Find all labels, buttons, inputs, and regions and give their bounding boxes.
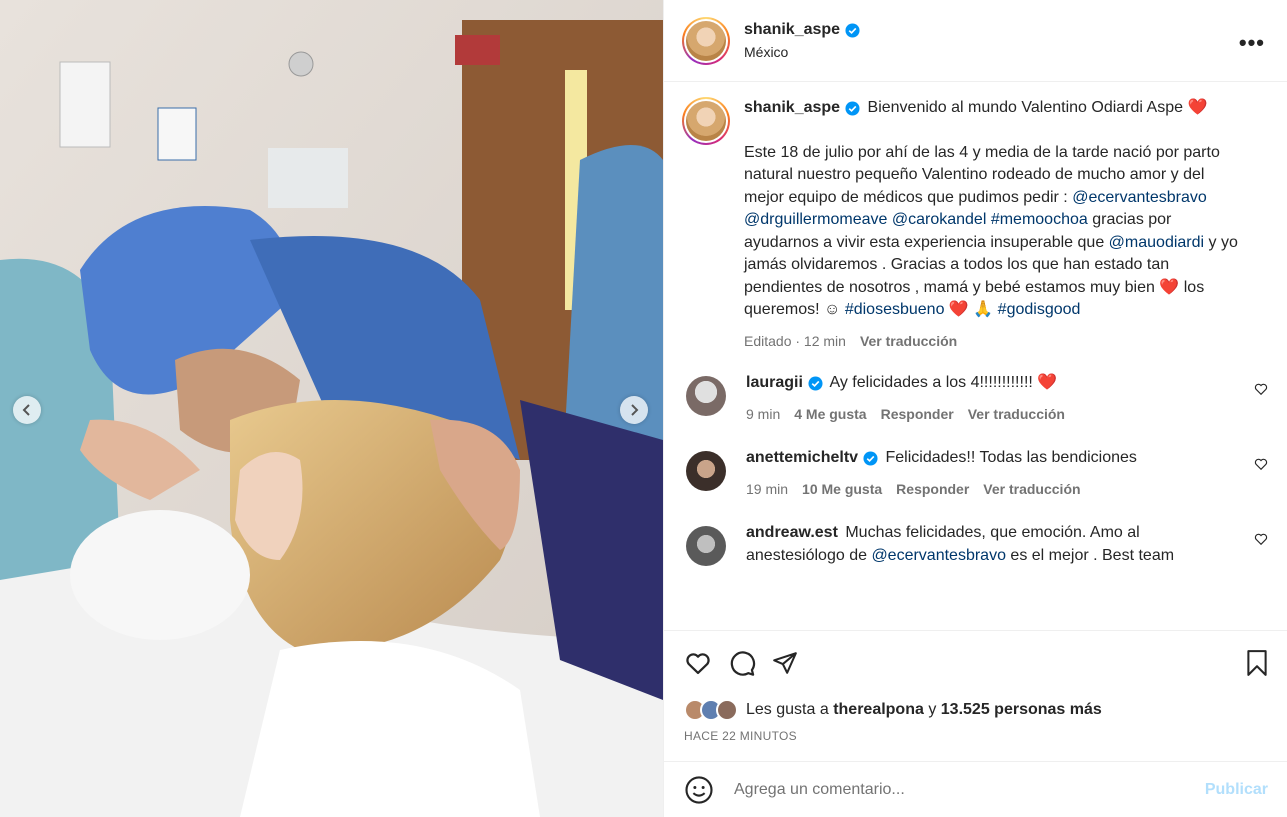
- comment-text: Ay felicidades a los 4!!!!!!!!!!!!: [829, 374, 1033, 391]
- author-avatar[interactable]: [682, 16, 730, 65]
- hashtag-link[interactable]: #godisgood: [998, 301, 1081, 318]
- emoji-icon[interactable]: [684, 775, 714, 805]
- mention-link[interactable]: @drguillermomeave: [744, 211, 887, 228]
- chevron-right-icon: [631, 404, 639, 416]
- caption-first-line: Bienvenido al mundo Valentino Odiardi As…: [867, 99, 1183, 116]
- caption-edited-time: Editado · 12 min: [744, 332, 846, 349]
- commenter-username[interactable]: andreaw.est: [746, 522, 838, 545]
- comment-time: 19 min: [746, 480, 789, 497]
- see-translation-button[interactable]: Ver traducción: [968, 403, 1065, 426]
- post-actions: Les gusta a therealpona y 13.525 persona…: [664, 630, 1287, 743]
- pray-emoji: 🙏: [973, 301, 994, 318]
- caption-username[interactable]: shanik_aspe: [744, 97, 840, 120]
- mention-link[interactable]: @ecervantesbravo: [1072, 189, 1207, 206]
- likes-conj: y: [928, 701, 937, 718]
- heart-emoji: ❤️: [1037, 374, 1058, 391]
- likes-summary[interactable]: Les gusta a therealpona y 13.525 persona…: [684, 699, 1270, 721]
- commenter-avatar[interactable]: [686, 451, 726, 491]
- verified-icon: [808, 376, 823, 391]
- see-translation-button[interactable]: Ver traducción: [860, 330, 957, 353]
- bookmark-icon[interactable]: [1244, 649, 1270, 677]
- post-photo: [0, 0, 663, 817]
- commenter-username[interactable]: anettemicheltv: [746, 447, 858, 470]
- chevron-left-icon: [22, 404, 30, 416]
- heart-emoji: ❤️: [948, 301, 969, 318]
- comment: andreaw.est Muchas felicidades, que emoc…: [682, 522, 1270, 567]
- carousel-dot: [329, 800, 335, 806]
- liker-username[interactable]: therealpona: [833, 701, 924, 719]
- commenter-username[interactable]: lauragii: [746, 372, 803, 395]
- mention-link[interactable]: @ecervantesbravo: [871, 547, 1006, 564]
- reply-button[interactable]: Responder: [881, 403, 954, 426]
- carousel-dot: [309, 800, 315, 806]
- hashtag-link[interactable]: #memoochoa: [991, 211, 1088, 228]
- mention-link[interactable]: @carokandel: [892, 211, 987, 228]
- instagram-post: shanik_aspe México ••• shanik_aspe Bienv…: [0, 0, 1287, 817]
- more-options-button[interactable]: •••: [1239, 30, 1265, 56]
- carousel-dots: [309, 800, 345, 806]
- mention-link[interactable]: @mauodiardi: [1109, 234, 1204, 251]
- post-time-ago[interactable]: HACE 22 MINUTOS: [684, 729, 1270, 743]
- post-location[interactable]: México: [744, 44, 860, 60]
- publish-button[interactable]: Publicar: [1205, 781, 1268, 799]
- carousel-next-button[interactable]: [620, 396, 648, 424]
- verified-icon: [845, 22, 860, 38]
- heart-icon[interactable]: [1254, 532, 1268, 546]
- likes-count[interactable]: 13.525 personas más: [941, 701, 1102, 719]
- hashtag-link[interactable]: #diosesbueno: [845, 301, 945, 318]
- comment: anettemicheltv Felicidades!! Todas las b…: [682, 447, 1270, 500]
- heart-icon[interactable]: [1254, 457, 1268, 471]
- heart-emoji: ❤️: [1159, 278, 1180, 296]
- share-icon[interactable]: [772, 650, 798, 676]
- likes-prefix: Les gusta a: [746, 701, 829, 718]
- carousel-prev-button[interactable]: [13, 396, 41, 424]
- author-username-row[interactable]: shanik_aspe: [744, 21, 860, 39]
- heart-emoji: ❤️: [1187, 99, 1208, 116]
- post-side-panel: shanik_aspe México ••• shanik_aspe Bienv…: [663, 0, 1287, 817]
- comment: lauragii Ay felicidades a los 4!!!!!!!!!…: [682, 372, 1270, 425]
- comments-list[interactable]: shanik_aspe Bienvenido al mundo Valentin…: [664, 83, 1287, 629]
- post-header: shanik_aspe México •••: [664, 0, 1287, 82]
- see-translation-button[interactable]: Ver traducción: [983, 478, 1080, 501]
- carousel-dot: [339, 800, 345, 806]
- heart-icon[interactable]: [1254, 382, 1268, 396]
- comment-likes[interactable]: 10 Me gusta: [802, 478, 882, 501]
- post-media[interactable]: [0, 0, 663, 817]
- comment-text: Felicidades!! Todas las bendiciones: [885, 449, 1137, 466]
- comment-input[interactable]: [734, 780, 1174, 799]
- commenter-avatar[interactable]: [686, 376, 726, 416]
- caption-avatar[interactable]: [682, 97, 730, 145]
- liker-avatars: [684, 699, 738, 721]
- comment-icon[interactable]: [728, 649, 756, 677]
- heart-icon[interactable]: [684, 649, 712, 677]
- carousel-dot: [319, 800, 325, 806]
- comment-likes[interactable]: 4 Me gusta: [794, 403, 866, 426]
- comment-text: es el mejor . Best team: [1010, 546, 1175, 564]
- add-comment-bar: Publicar: [664, 761, 1287, 817]
- reply-button[interactable]: Responder: [896, 478, 969, 501]
- comment-time: 9 min: [746, 405, 781, 422]
- verified-icon: [863, 451, 878, 466]
- author-username[interactable]: shanik_aspe: [744, 21, 840, 39]
- post-caption: shanik_aspe Bienvenido al mundo Valentin…: [682, 97, 1270, 352]
- verified-icon: [845, 101, 860, 116]
- commenter-avatar[interactable]: [686, 526, 726, 566]
